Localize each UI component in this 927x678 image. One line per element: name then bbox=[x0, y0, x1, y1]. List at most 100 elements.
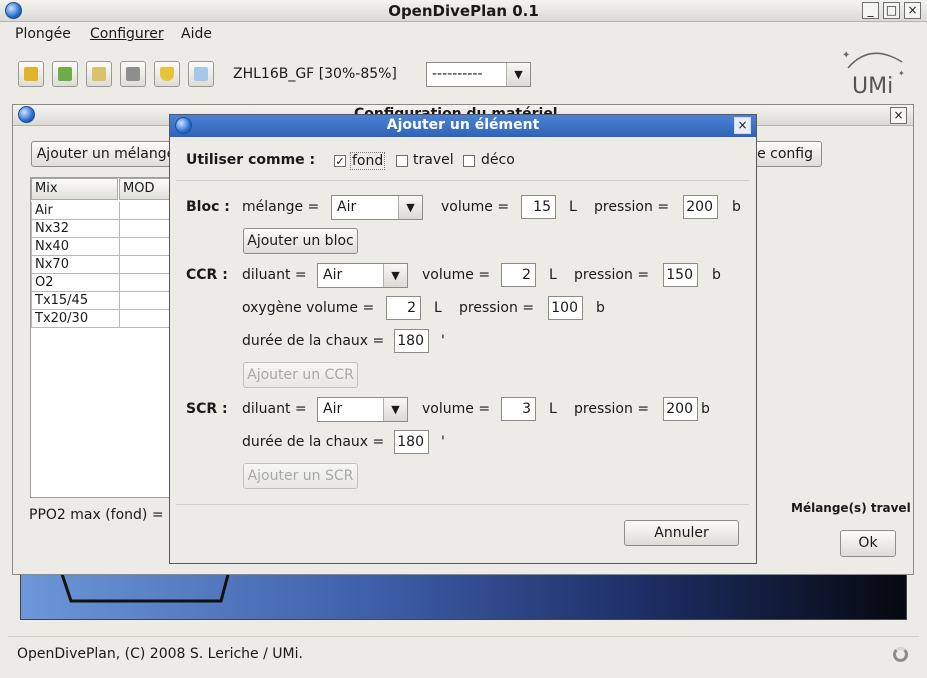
table-row[interactable]: Tx20/30 bbox=[31, 310, 120, 328]
scr-diluent-label: diluant = bbox=[242, 401, 307, 417]
tool-edit-button[interactable] bbox=[86, 61, 112, 87]
checkbox-fond[interactable]: ✓ bbox=[334, 155, 346, 167]
scr-lime-unit: ' bbox=[441, 434, 445, 450]
bloc-label: Bloc : bbox=[186, 199, 230, 215]
table-row[interactable]: Nx32 bbox=[31, 220, 120, 238]
mix-header[interactable]: Mix bbox=[31, 178, 118, 200]
table-row[interactable]: Air bbox=[31, 202, 120, 220]
ccr-o2-volume-unit: L bbox=[434, 300, 442, 316]
chevron-down-icon: ▼ bbox=[506, 63, 530, 86]
dive-profile-area bbox=[20, 570, 907, 620]
ccr-o2-volume-input[interactable]: 2 bbox=[386, 296, 421, 320]
ccr-volume-unit: L bbox=[549, 267, 557, 283]
option-travel-label[interactable]: travel bbox=[413, 152, 454, 168]
umi-logo: ✦ ✦ UMi bbox=[840, 48, 910, 99]
menu-configurer[interactable]: Configurer bbox=[90, 26, 164, 42]
dialog-close-button[interactable]: × bbox=[734, 117, 751, 134]
ccr-o2-pressure-input[interactable]: 100 bbox=[548, 296, 583, 320]
bloc-volume-input[interactable]: 15 bbox=[521, 195, 556, 219]
add-bloc-button[interactable]: Ajouter un bloc bbox=[243, 228, 358, 254]
bloc-volume-unit: L bbox=[569, 199, 577, 215]
ccr-o2-pressure-label: pression = bbox=[459, 300, 535, 316]
ccr-pressure-unit: b bbox=[712, 267, 721, 283]
ccr-diluent-label: diluant = bbox=[242, 267, 307, 283]
scr-diluent-select[interactable]: Air ▼ bbox=[317, 397, 408, 422]
mod-header[interactable]: MOD bbox=[119, 178, 171, 200]
maximize-button[interactable]: □ bbox=[883, 2, 900, 19]
scr-volume-unit: L bbox=[549, 401, 557, 417]
add-scr-button[interactable]: Ajouter un SCR bbox=[243, 463, 358, 489]
ccr-diluent-select[interactable]: Air ▼ bbox=[317, 263, 408, 288]
tool-shield-button[interactable] bbox=[154, 61, 180, 87]
option-deco-label[interactable]: déco bbox=[481, 152, 515, 168]
bloc-mix-select[interactable]: Air ▼ bbox=[331, 195, 423, 220]
close-window-button[interactable]: × bbox=[904, 2, 921, 19]
table-row[interactable]: Tx15/45 bbox=[31, 292, 120, 310]
tool-stop-button[interactable] bbox=[120, 61, 146, 87]
ccr-volume-label: volume = bbox=[422, 267, 491, 283]
ccr-lime-input[interactable]: 180 bbox=[394, 329, 429, 353]
ccr-lime-label: durée de la chaux = bbox=[242, 333, 385, 349]
scr-volume-input[interactable]: 3 bbox=[501, 397, 536, 421]
svg-text:✦: ✦ bbox=[842, 50, 850, 61]
table-row[interactable]: Nx70 bbox=[31, 256, 120, 274]
ccr-diluent-value: Air bbox=[323, 267, 343, 283]
stop-icon bbox=[126, 67, 140, 81]
ccr-lime-unit: ' bbox=[441, 333, 445, 349]
scr-lime-input[interactable]: 180 bbox=[394, 430, 429, 454]
bloc-pressure-input[interactable]: 200 bbox=[683, 195, 718, 219]
status-text: OpenDivePlan, (C) 2008 S. Leriche / UMi. bbox=[17, 646, 303, 662]
scr-pressure-input[interactable]: 200 bbox=[663, 397, 698, 421]
window-title: OpenDivePlan 0.1 bbox=[388, 2, 539, 20]
check-icon: ✓ bbox=[335, 155, 345, 168]
toolbar-combo-value: ---------- bbox=[432, 66, 483, 82]
chevron-down-icon: ▼ bbox=[398, 196, 422, 219]
checkbox-deco[interactable] bbox=[463, 155, 475, 167]
ccr-volume-input[interactable]: 2 bbox=[501, 263, 536, 287]
scr-diluent-value: Air bbox=[323, 401, 343, 417]
sheet-icon bbox=[194, 67, 208, 81]
use-as-label: Utiliser comme : bbox=[186, 152, 316, 168]
scr-lime-label: durée de la chaux = bbox=[242, 434, 385, 450]
scr-label: SCR : bbox=[186, 401, 228, 417]
menu-plongee[interactable]: Plongée bbox=[15, 26, 71, 42]
scr-pressure-label: pression = bbox=[574, 401, 650, 417]
chevron-down-icon: ▼ bbox=[383, 264, 407, 287]
table-row[interactable]: O2 bbox=[31, 274, 120, 292]
ok-button[interactable]: Ok bbox=[840, 530, 896, 557]
ccr-o2-pressure-unit: b bbox=[596, 300, 605, 316]
option-fond-label[interactable]: fond bbox=[350, 152, 386, 170]
gf-label: ZHL16B_GF [30%-85%] bbox=[233, 66, 397, 82]
checkbox-travel[interactable] bbox=[396, 155, 408, 167]
bloc-volume-label: volume = bbox=[441, 199, 510, 215]
svg-text:✦: ✦ bbox=[898, 69, 905, 78]
cancel-button[interactable]: Annuler bbox=[624, 520, 739, 546]
logo-text: UMi bbox=[852, 74, 894, 99]
separator bbox=[176, 180, 749, 181]
scr-volume-label: volume = bbox=[422, 401, 491, 417]
add-mix-button[interactable]: Ajouter un mélange bbox=[31, 141, 181, 167]
separator bbox=[176, 504, 749, 505]
menu-aide[interactable]: Aide bbox=[181, 26, 212, 42]
tool-sheet-button[interactable] bbox=[188, 61, 214, 87]
toolbar-combo[interactable]: ---------- ▼ bbox=[426, 62, 531, 87]
minimize-button[interactable]: _ bbox=[862, 2, 879, 19]
tool-refresh-button[interactable] bbox=[52, 61, 78, 87]
edit-icon bbox=[92, 67, 106, 81]
busy-spinner-icon bbox=[893, 647, 908, 662]
bloc-pressure-unit: b bbox=[732, 199, 741, 215]
profile-line-icon bbox=[59, 571, 231, 603]
add-ccr-button[interactable]: Ajouter un CCR bbox=[243, 362, 358, 388]
ccr-label: CCR : bbox=[186, 267, 228, 283]
chevron-down-icon: ▼ bbox=[383, 398, 407, 421]
config-close-button[interactable]: × bbox=[890, 107, 907, 124]
bloc-mix-label: mélange = bbox=[242, 199, 320, 215]
ccr-pressure-label: pression = bbox=[574, 267, 650, 283]
tool-home-button[interactable] bbox=[18, 61, 44, 87]
scr-pressure-unit: b bbox=[701, 401, 710, 417]
bloc-mix-value: Air bbox=[337, 199, 357, 215]
ccr-pressure-input[interactable]: 150 bbox=[663, 263, 698, 287]
ppo2-label: PPO2 max (fond) = 1 bbox=[29, 507, 177, 523]
shield-icon bbox=[160, 67, 174, 81]
table-row[interactable]: Nx40 bbox=[31, 238, 120, 256]
